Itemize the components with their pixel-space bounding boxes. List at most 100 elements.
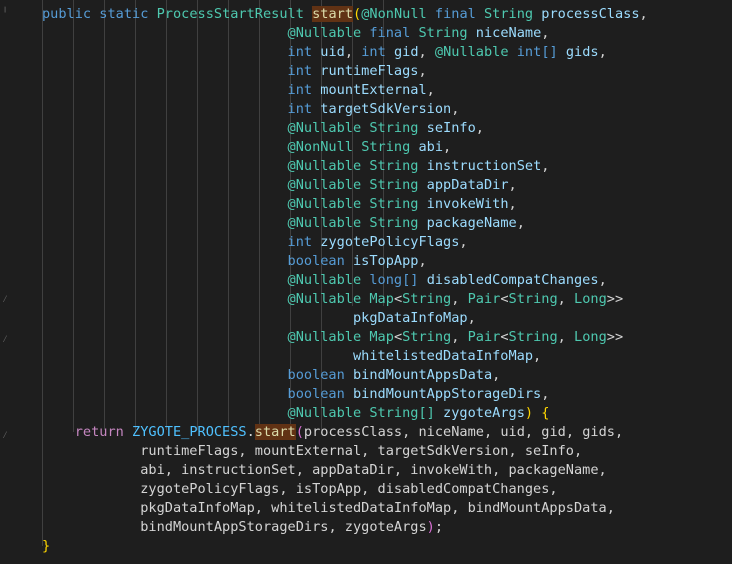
- code-token: ,: [557, 291, 575, 307]
- code-token: disabledCompatChanges: [426, 272, 599, 288]
- code-token: bindMountAppStorageDirs, zygoteArgs: [140, 519, 427, 535]
- code-token: uid: [320, 44, 345, 60]
- code-line[interactable]: pkgDataInfoMap,: [9, 309, 647, 328]
- code-line[interactable]: boolean bindMountAppStorageDirs,: [9, 385, 647, 404]
- code-token: String: [369, 215, 419, 231]
- code-line[interactable]: return ZYGOTE_PROCESS.start(processClass…: [9, 423, 647, 442]
- code-line[interactable]: zygotePolicyFlags, isTopApp, disabledCom…: [9, 480, 647, 499]
- code-token: niceName: [475, 25, 542, 41]
- code-token: zygoteArgs: [443, 405, 525, 421]
- code-line[interactable]: int targetSdkVersion,: [9, 100, 647, 119]
- code-line[interactable]: @NonNull String abi,: [9, 138, 647, 157]
- code-token: pkgDataInfoMap, whitelistedDataInfoMap, …: [140, 500, 615, 516]
- code-content[interactable]: public static ProcessStartResult start(@…: [9, 5, 648, 556]
- code-line[interactable]: @Nullable String packageName,: [9, 214, 647, 233]
- code-token: long: [369, 272, 403, 288]
- code-token: ProcessStartResult: [156, 6, 304, 22]
- code-line[interactable]: int zygotePolicyFlags,: [9, 233, 647, 252]
- code-token: abi: [418, 139, 444, 155]
- code-token: ,: [467, 310, 476, 326]
- code-token: ,: [459, 234, 468, 250]
- code-token: String: [402, 291, 452, 307]
- code-line[interactable]: boolean bindMountAppsData,: [9, 366, 647, 385]
- code-line[interactable]: boolean isTopApp,: [9, 252, 647, 271]
- code-token: int: [287, 234, 313, 250]
- code-token: @Nullable: [287, 196, 362, 212]
- code-line[interactable]: }: [9, 537, 647, 556]
- code-token: gids: [582, 424, 615, 440]
- code-line[interactable]: @Nullable Map<String, Pair<String, Long>…: [9, 328, 647, 347]
- code-token: []: [418, 405, 435, 421]
- fold-marker-icon[interactable]: ╷: [2, 3, 8, 13]
- fold-marker-icon[interactable]: ⁄: [2, 431, 8, 441]
- code-line[interactable]: abi, instructionSet, appDataDir, invokeW…: [9, 461, 647, 480]
- code-token: final: [369, 25, 411, 41]
- code-line[interactable]: @Nullable Map<String, Pair<String, Long>…: [9, 290, 647, 309]
- fold-marker-icon[interactable]: ⁄: [2, 295, 8, 305]
- code-line[interactable]: public static ProcessStartResult start(@…: [9, 5, 648, 24]
- code-line[interactable]: @Nullable String appDataDir,: [9, 176, 647, 195]
- code-line[interactable]: @Nullable String instructionSet,: [9, 157, 647, 176]
- code-line[interactable]: @Nullable String invokeWith,: [9, 195, 647, 214]
- code-token: @Nullable: [287, 291, 362, 307]
- code-token: targetSdkVersion: [320, 101, 452, 117]
- code-token: return: [74, 424, 124, 440]
- code-line[interactable]: whitelistedDataInfoMap,: [9, 347, 647, 366]
- code-token: ,: [508, 177, 517, 193]
- code-line[interactable]: int uid, int gid, @Nullable int[] gids,: [9, 43, 647, 62]
- code-token: String: [508, 291, 558, 307]
- code-token: uid: [500, 424, 525, 440]
- code-token: ,: [483, 424, 501, 440]
- code-token: int: [287, 44, 313, 60]
- code-token: <: [500, 329, 509, 345]
- code-token: isTopApp: [353, 253, 419, 269]
- code-token: @Nullable: [287, 405, 362, 421]
- code-editor[interactable]: ╷ ⁄ ⁄ ⁄ public static ProcessStartResult…: [0, 0, 732, 564]
- code-token: seInfo: [426, 120, 476, 136]
- code-token: niceName: [418, 424, 484, 440]
- code-token: {: [541, 405, 550, 421]
- code-line[interactable]: @Nullable String seInfo,: [9, 119, 647, 138]
- code-token: ,: [492, 367, 501, 383]
- code-token: >>: [606, 329, 624, 345]
- code-line[interactable]: @Nullable String[] zygoteArgs) {: [9, 404, 647, 423]
- code-token: .: [246, 424, 255, 440]
- code-token: int: [287, 82, 313, 98]
- code-token: (: [353, 6, 362, 22]
- code-token: abi, instructionSet, appDataDir, invokeW…: [140, 462, 607, 478]
- code-token: zygotePolicyFlags, isTopApp, disabledCom…: [140, 481, 558, 497]
- code-line[interactable]: @Nullable long[] disabledCompatChanges,: [9, 271, 647, 290]
- code-line[interactable]: @Nullable final String niceName,: [9, 24, 647, 43]
- code-line[interactable]: int runtimeFlags,: [9, 62, 647, 81]
- code-token: <: [393, 329, 403, 345]
- code-line[interactable]: int mountExternal,: [9, 81, 647, 100]
- code-token: gids: [565, 44, 599, 60]
- code-line[interactable]: bindMountAppStorageDirs, zygoteArgs);: [9, 518, 647, 537]
- code-token: processClass: [541, 6, 640, 22]
- code-token: >>: [606, 291, 624, 307]
- fold-marker-icon[interactable]: ⁄: [2, 335, 8, 345]
- code-line[interactable]: runtimeFlags, mountExternal, targetSdkVe…: [9, 442, 647, 461]
- code-token: @Nullable: [287, 329, 362, 345]
- code-token: runtimeFlags: [320, 63, 419, 79]
- code-line[interactable]: pkgDataInfoMap, whitelistedDataInfoMap, …: [9, 499, 647, 518]
- code-token: ,: [344, 44, 362, 60]
- code-token: ,: [541, 158, 550, 174]
- code-token: ,: [565, 424, 583, 440]
- code-token: @Nullable: [287, 215, 362, 231]
- code-token: pkgDataInfoMap: [352, 310, 468, 326]
